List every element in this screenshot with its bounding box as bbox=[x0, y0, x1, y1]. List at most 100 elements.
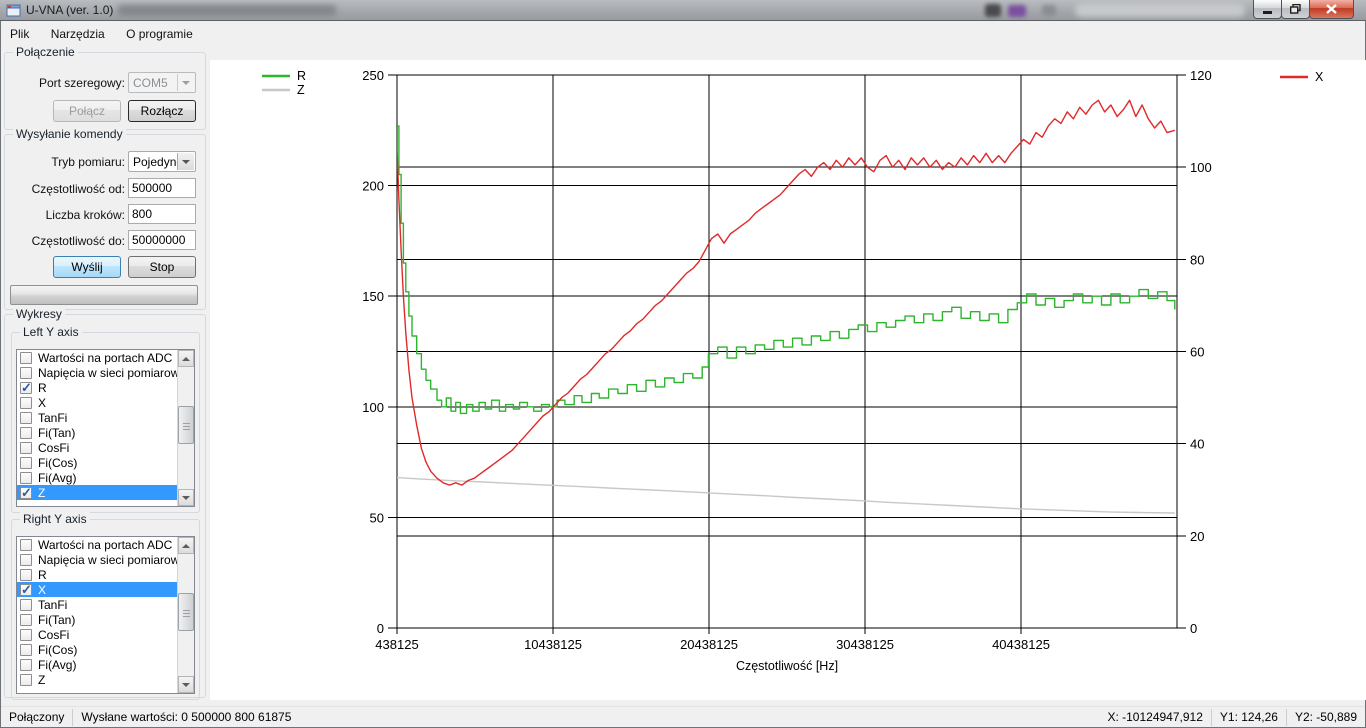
measure-mode-label: Tryb pomiaru: bbox=[8, 155, 125, 169]
right-list-scrollbar[interactable] bbox=[177, 537, 194, 693]
list-item-label: Fi(Tan) bbox=[38, 613, 75, 627]
list-item-label: Wartości na portach ADC bbox=[38, 351, 172, 365]
list-item[interactable]: Fi(Tan) bbox=[17, 612, 177, 627]
menu-plik[interactable]: Plik bbox=[1, 22, 38, 45]
menu-narzedzia[interactable]: Narzędzia bbox=[42, 22, 114, 45]
checkbox-icon[interactable] bbox=[20, 614, 32, 626]
checkbox-icon[interactable] bbox=[20, 644, 32, 656]
minimize-button[interactable] bbox=[1253, 0, 1282, 19]
list-item-label: Napięcia w sieci pomiarowej bbox=[38, 553, 177, 567]
list-item[interactable]: Napięcia w sieci pomiarowej bbox=[17, 552, 177, 567]
steps-input[interactable] bbox=[128, 204, 196, 224]
list-item[interactable]: R bbox=[17, 567, 177, 582]
left-list-scrollbar[interactable] bbox=[177, 350, 194, 506]
right-axis-tick-label: 120 bbox=[1190, 68, 1212, 83]
stop-button[interactable]: Stop bbox=[128, 256, 196, 278]
frequency-chart[interactable]: 0501001502002500204060801001204381251043… bbox=[210, 60, 1366, 700]
checkbox-icon[interactable] bbox=[20, 412, 32, 424]
list-item[interactable]: Wartości na portach ADC bbox=[17, 350, 177, 365]
restore-button[interactable] bbox=[1281, 0, 1310, 19]
list-item[interactable]: Fi(Cos) bbox=[17, 642, 177, 657]
list-item[interactable]: TanFi bbox=[17, 410, 177, 425]
checkbox-icon[interactable] bbox=[20, 659, 32, 671]
checkbox-checked-icon[interactable] bbox=[20, 584, 32, 596]
list-item-label: Wartości na portach ADC bbox=[38, 538, 172, 552]
list-item-label: R bbox=[38, 381, 47, 395]
right-axis-tick-label: 80 bbox=[1190, 252, 1204, 267]
list-item[interactable]: Fi(Avg) bbox=[17, 470, 177, 485]
measure-mode-select[interactable]: Pojedyncz bbox=[128, 151, 196, 172]
close-button[interactable] bbox=[1309, 0, 1354, 19]
freq-to-input[interactable] bbox=[128, 230, 196, 250]
checkbox-icon[interactable] bbox=[20, 599, 32, 611]
checkbox-icon[interactable] bbox=[20, 367, 32, 379]
redacted-title-text bbox=[118, 5, 336, 16]
serial-port-value: COM5 bbox=[133, 76, 168, 90]
checkbox-checked-icon[interactable] bbox=[20, 487, 32, 499]
checkbox-icon[interactable] bbox=[20, 352, 32, 364]
freq-from-input[interactable] bbox=[128, 178, 196, 198]
send-button[interactable]: Wyślij bbox=[53, 256, 121, 278]
checkbox-icon[interactable] bbox=[20, 569, 32, 581]
list-item[interactable]: Z bbox=[17, 672, 177, 687]
disconnect-button[interactable]: Rozłącz bbox=[128, 100, 196, 122]
charts-group: Wykresy Left Y axis Wartości na portach … bbox=[4, 314, 206, 698]
list-item[interactable]: Fi(Tan) bbox=[17, 425, 177, 440]
list-item[interactable]: X bbox=[17, 582, 177, 597]
scrollbar-thumb[interactable] bbox=[178, 406, 194, 444]
chart-panel[interactable]: 0501001502002500204060801001204381251043… bbox=[210, 60, 1366, 700]
status-sent-values: Wysłane wartości: 0 500000 800 61875 bbox=[73, 710, 299, 724]
list-item[interactable]: CosFi bbox=[17, 627, 177, 642]
checkbox-icon[interactable] bbox=[20, 674, 32, 686]
checkbox-icon[interactable] bbox=[20, 539, 32, 551]
checkbox-icon[interactable] bbox=[20, 554, 32, 566]
redacted-tray-icon bbox=[1042, 5, 1056, 16]
restore-icon bbox=[1290, 4, 1301, 14]
legend-label-X: X bbox=[1315, 70, 1324, 84]
list-item[interactable]: TanFi bbox=[17, 597, 177, 612]
list-item[interactable]: Z bbox=[17, 485, 177, 500]
left-axis-tick-label: 150 bbox=[362, 289, 384, 304]
legend-label-R: R bbox=[297, 69, 306, 83]
combo-dropdown-button[interactable] bbox=[177, 153, 194, 170]
status-cursor-x: X: -10124947,912 bbox=[1099, 710, 1210, 724]
checkbox-icon[interactable] bbox=[20, 397, 32, 409]
scroll-down-button[interactable] bbox=[178, 676, 194, 693]
list-item[interactable]: R bbox=[17, 380, 177, 395]
list-item-label: Fi(Cos) bbox=[38, 643, 77, 657]
list-item[interactable]: X bbox=[17, 395, 177, 410]
x-axis-tick-label: 20438125 bbox=[680, 637, 738, 652]
left-axis-tick-label: 200 bbox=[362, 179, 384, 194]
checkbox-icon[interactable] bbox=[20, 472, 32, 484]
list-item-label: Z bbox=[38, 486, 45, 500]
list-item[interactable]: Wartości na portach ADC bbox=[17, 537, 177, 552]
left-axis-tick-label: 50 bbox=[370, 510, 384, 525]
checkbox-icon[interactable] bbox=[20, 629, 32, 641]
list-item[interactable]: CosFi bbox=[17, 440, 177, 455]
list-item[interactable]: Napięcia w sieci pomiarowej bbox=[17, 365, 177, 380]
status-connection: Połączony bbox=[1, 710, 72, 724]
left-y-axis-list[interactable]: Wartości na portach ADCNapięcia w sieci … bbox=[16, 349, 195, 507]
checkbox-icon[interactable] bbox=[20, 427, 32, 439]
list-item[interactable]: Fi(Cos) bbox=[17, 455, 177, 470]
right-y-axis-list[interactable]: Wartości na portach ADCNapięcia w sieci … bbox=[16, 536, 195, 694]
status-cursor-y1: Y1: 124,26 bbox=[1212, 710, 1286, 724]
chevron-down-icon bbox=[182, 81, 190, 85]
scrollbar-thumb[interactable] bbox=[178, 593, 194, 631]
menu-o-programie[interactable]: O programie bbox=[117, 22, 202, 45]
freq-from-label: Częstotliwość od: bbox=[8, 182, 125, 196]
scroll-up-button[interactable] bbox=[178, 537, 194, 554]
right-axis-tick-label: 0 bbox=[1190, 621, 1197, 636]
triangle-up-icon bbox=[182, 544, 190, 548]
serial-port-select: COM5 bbox=[128, 72, 196, 93]
x-axis-tick-label: 438125 bbox=[375, 637, 418, 652]
checkbox-checked-icon[interactable] bbox=[20, 382, 32, 394]
checkbox-icon[interactable] bbox=[20, 442, 32, 454]
triangle-up-icon bbox=[182, 357, 190, 361]
scroll-down-button[interactable] bbox=[178, 489, 194, 506]
scroll-up-button[interactable] bbox=[178, 350, 194, 367]
list-item[interactable]: Fi(Avg) bbox=[17, 657, 177, 672]
send-command-group-title: Wysyłanie komendy bbox=[13, 127, 126, 141]
checkbox-icon[interactable] bbox=[20, 457, 32, 469]
left-axis-tick-label: 0 bbox=[377, 621, 384, 636]
